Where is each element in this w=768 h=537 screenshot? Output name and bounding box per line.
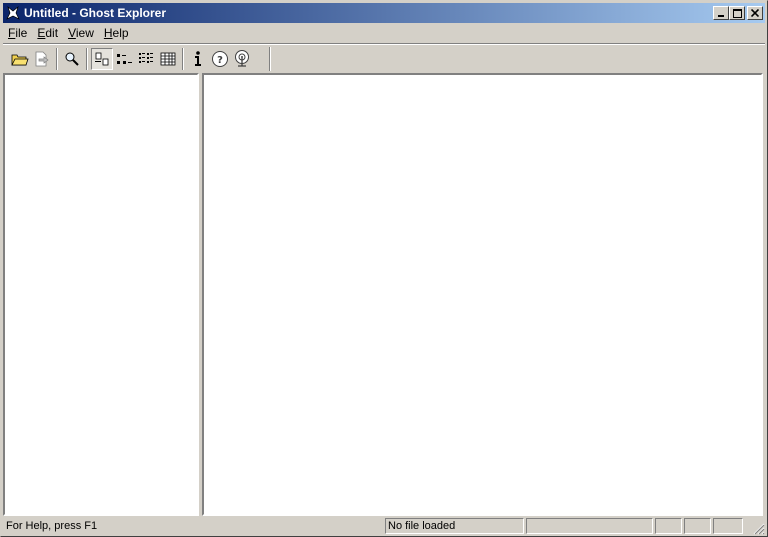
main-window: Untitled - Ghost Explorer File Edit View…: [0, 0, 768, 537]
open-button[interactable]: [9, 48, 31, 70]
details-view-icon: [160, 52, 176, 66]
large-icons-view-button[interactable]: [91, 48, 113, 70]
search-icon: [65, 52, 79, 66]
minimize-button[interactable]: [713, 6, 729, 20]
file-list-pane[interactable]: [202, 73, 763, 516]
status-pane-4: [655, 518, 682, 534]
toolbar-separator: [182, 48, 184, 70]
toolbar-separator: [56, 48, 58, 70]
help-button[interactable]: ?: [209, 48, 231, 70]
status-pane-6: [713, 518, 743, 534]
resize-grip-icon[interactable]: [751, 521, 765, 535]
broadcast-icon: [235, 50, 249, 67]
maximize-button[interactable]: [729, 6, 745, 20]
large-icons-view-icon: [95, 52, 109, 66]
status-pane-3: [526, 518, 653, 534]
minimize-icon: [718, 15, 724, 17]
info-icon: [195, 51, 201, 66]
export-icon: [35, 51, 49, 67]
menu-view[interactable]: View: [63, 24, 99, 42]
list-view-icon: [139, 53, 153, 63]
close-icon: [751, 9, 759, 17]
window-controls: [713, 6, 763, 20]
window-title: Untitled - Ghost Explorer: [24, 6, 167, 20]
small-icons-view-icon: [117, 54, 132, 64]
info-button[interactable]: [187, 48, 209, 70]
menu-edit[interactable]: Edit: [32, 24, 63, 42]
close-button[interactable]: [747, 6, 763, 20]
toolbar-end-separator: [269, 47, 271, 71]
menu-file[interactable]: File: [3, 24, 32, 42]
title-bar[interactable]: Untitled - Ghost Explorer: [3, 3, 765, 23]
menu-help[interactable]: Help: [99, 24, 134, 42]
small-icons-view-button[interactable]: [113, 48, 135, 70]
status-bar: For Help, press F1 No file loaded: [3, 517, 765, 535]
status-pane-5: [684, 518, 711, 534]
menu-bar: File Edit View Help: [3, 24, 134, 42]
svg-text:?: ?: [217, 55, 223, 66]
status-help-text: For Help, press F1: [6, 520, 98, 532]
tree-pane[interactable]: [3, 73, 199, 516]
help-icon: ?: [212, 51, 228, 67]
open-folder-icon: [11, 54, 29, 66]
ghost-app-icon: [5, 5, 21, 21]
details-view-button[interactable]: [157, 48, 179, 70]
maximize-icon: [732, 8, 742, 18]
toolbar: ?: [3, 46, 765, 72]
toolbar-separator: [86, 48, 88, 70]
find-button[interactable]: [61, 48, 83, 70]
broadcast-button[interactable]: [231, 48, 253, 70]
export-button[interactable]: [31, 48, 53, 70]
list-view-button[interactable]: [135, 48, 157, 70]
status-file-state: No file loaded: [385, 518, 524, 534]
menu-separator: [3, 43, 765, 45]
